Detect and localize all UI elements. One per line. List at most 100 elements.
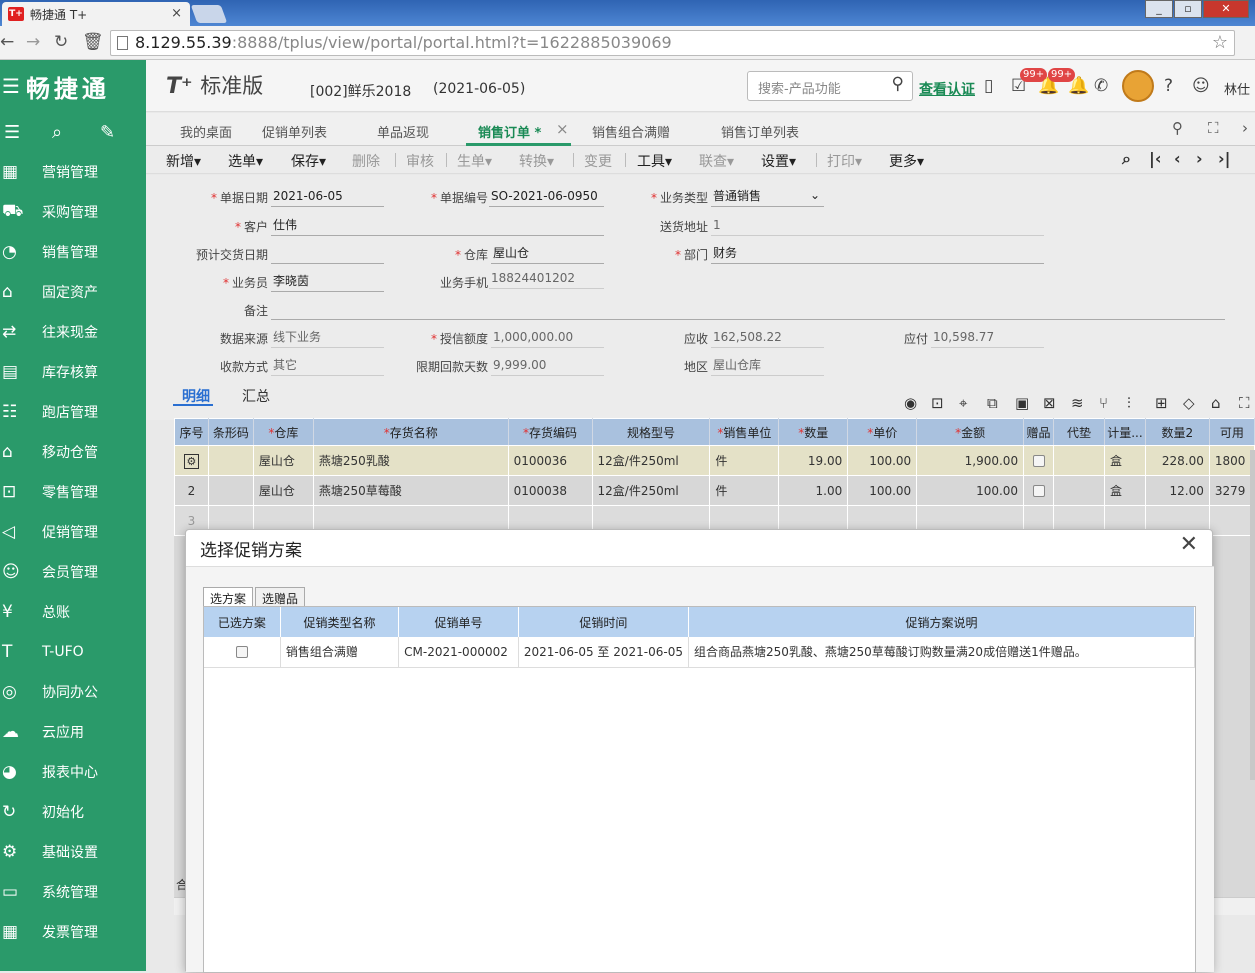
- phone-icon[interactable]: ✆: [1094, 76, 1108, 96]
- audit-button[interactable]: 审核: [406, 151, 434, 171]
- fullscreen-icon[interactable]: ⛶: [1208, 119, 1219, 137]
- auth-link[interactable]: 查看认证: [919, 79, 975, 99]
- tab-next-icon[interactable]: ›: [1242, 119, 1248, 137]
- cell-code[interactable]: 0100036: [507, 445, 593, 476]
- cell-advance[interactable]: [1053, 475, 1105, 506]
- salesman-field[interactable]: 李晓茵: [271, 272, 384, 292]
- sidebar-item[interactable]: ⌂ 固定资产: [0, 272, 146, 312]
- phone-field[interactable]: 18824401202: [489, 269, 604, 289]
- new-tab-button[interactable]: [190, 5, 228, 23]
- cell-measure[interactable]: 盒: [1103, 475, 1146, 506]
- find-icon[interactable]: ⌕: [1122, 149, 1131, 169]
- tab-close-icon[interactable]: ×: [556, 120, 569, 138]
- sidebar-item[interactable]: ◕ 报表中心: [0, 752, 146, 792]
- tab-summary[interactable]: 汇总: [242, 386, 270, 406]
- cell-qty2[interactable]: 228.00: [1144, 445, 1210, 476]
- chart-icon[interactable]: ⫶: [1127, 394, 1131, 412]
- home-icon[interactable]: ⌂: [1211, 394, 1221, 412]
- tab-select-plan[interactable]: 选方案: [203, 587, 254, 607]
- forward-icon[interactable]: →: [26, 32, 40, 52]
- sidebar-item[interactable]: ⊡ 零售管理: [0, 472, 146, 512]
- tab-desktop[interactable]: 我的桌面: [180, 122, 232, 141]
- table-row[interactable]: 2 屋山仓 燕塘250草莓酸 0100038 12盒/件250ml 件 1.00…: [174, 475, 1255, 506]
- search-doc-icon[interactable]: ⌕: [50, 122, 98, 143]
- monkey-avatar-icon[interactable]: [1122, 70, 1154, 102]
- cell-spec[interactable]: 12盒/件250ml: [591, 475, 711, 506]
- cell-unit[interactable]: 件: [709, 475, 780, 506]
- tab-combo-gift[interactable]: 销售组合满赠: [592, 122, 670, 141]
- warehouse-field[interactable]: 屋山仓: [491, 244, 604, 264]
- cell-barcode[interactable]: [207, 475, 254, 506]
- tools-button[interactable]: 工具▾: [637, 151, 672, 171]
- sidebar-item[interactable]: ☷ 跑店管理: [0, 392, 146, 432]
- collect-field[interactable]: 其它: [271, 356, 384, 376]
- delete-button[interactable]: 删除: [352, 151, 380, 171]
- cell-warehouse[interactable]: 屋山仓: [252, 475, 314, 506]
- cell-measure[interactable]: 盒: [1103, 445, 1146, 476]
- gift-checkbox[interactable]: [1023, 475, 1055, 506]
- change-button[interactable]: 变更: [584, 151, 612, 171]
- account-name[interactable]: [002]鲜乐2018: [310, 81, 411, 101]
- doc-no-field[interactable]: SO-2021-06-0950: [489, 187, 604, 207]
- split-icon[interactable]: ⑂: [1099, 394, 1108, 412]
- expand-icon[interactable]: ⛶: [1239, 394, 1250, 412]
- row-settings-icon[interactable]: ⚙: [174, 445, 209, 476]
- sidebar-item[interactable]: ⇄ 往来现金: [0, 312, 146, 352]
- url-input[interactable]: 8.129.55.39:8888/tplus/view/portal/porta…: [110, 30, 1235, 56]
- bell-icon[interactable]: 🔔: [1068, 76, 1089, 96]
- cell-qty2[interactable]: 12.00: [1144, 475, 1210, 506]
- cell-name[interactable]: 燕塘250乳酸: [312, 445, 509, 476]
- sidebar-item[interactable]: ☺ 会员管理: [0, 552, 146, 592]
- gen-button[interactable]: 生单▾: [457, 151, 492, 171]
- sidebar-item[interactable]: ◔ 销售管理: [0, 232, 146, 272]
- sidebar-item[interactable]: ▤ 库存核算: [0, 352, 146, 392]
- sidebar-item[interactable]: ◎ 协同办公: [0, 672, 146, 712]
- table-row[interactable]: 销售组合满赠 CM-2021-000002 2021-06-05 至 2021-…: [204, 637, 1196, 668]
- bookmark-star-icon[interactable]: ☆: [1212, 31, 1228, 55]
- biz-type-select[interactable]: 普通销售 ⌄: [711, 187, 824, 207]
- cell-name[interactable]: 燕塘250草莓酸: [312, 475, 509, 506]
- window-close-icon[interactable]: ✕: [1203, 0, 1249, 18]
- tab-cashback[interactable]: 单品返现: [377, 122, 429, 141]
- sidebar-item[interactable]: ▭ 系统管理: [0, 872, 146, 912]
- cell-price[interactable]: 100.00: [847, 475, 918, 506]
- sidebar-item[interactable]: ↻ 初始化: [0, 792, 146, 832]
- minimize-icon[interactable]: _: [1145, 0, 1173, 18]
- location-icon[interactable]: ⌖: [959, 394, 967, 412]
- cell-amount[interactable]: 1,900.00: [916, 445, 1025, 476]
- last-record-icon[interactable]: ›|: [1218, 149, 1230, 168]
- user-name[interactable]: 林仕: [1224, 79, 1250, 98]
- help-icon[interactable]: ?: [1164, 76, 1173, 96]
- settings-button[interactable]: 设置▾: [761, 151, 796, 171]
- sidebar-item[interactable]: ⚙ 基础设置: [0, 832, 146, 872]
- delete-row-icon[interactable]: ⊠: [1043, 394, 1056, 412]
- tag-icon[interactable]: ◇: [1183, 394, 1195, 412]
- cell-barcode[interactable]: [207, 445, 254, 476]
- cell-warehouse[interactable]: 屋山仓: [252, 445, 314, 476]
- trash-icon[interactable]: 🗑: [82, 32, 104, 52]
- tab-detail[interactable]: 明细: [182, 386, 210, 406]
- credit-field[interactable]: 1,000,000.00: [491, 328, 604, 348]
- table-row[interactable]: ⚙ 屋山仓 燕塘250乳酸 0100036 12盒/件250ml 件 19.00…: [174, 445, 1255, 476]
- filter-icon[interactable]: ≋: [1071, 394, 1084, 412]
- convert-button[interactable]: 转换▾: [519, 151, 554, 171]
- next-record-icon[interactable]: ›: [1196, 149, 1203, 168]
- browser-tab[interactable]: T+ 畅捷通 T+ ×: [2, 2, 190, 26]
- copy-row-icon[interactable]: ⧉: [987, 394, 998, 412]
- search-icon[interactable]: ⚲: [892, 74, 904, 94]
- more-button[interactable]: 更多▾: [889, 151, 924, 171]
- customer-field[interactable]: 仕伟: [271, 216, 604, 236]
- reload-icon[interactable]: ↻: [54, 32, 68, 52]
- cell-qty[interactable]: 1.00: [778, 475, 849, 506]
- delivery-date-field[interactable]: [271, 244, 384, 264]
- edit-icon[interactable]: ✎: [98, 122, 146, 143]
- scan-icon[interactable]: ⊡: [931, 394, 944, 412]
- tab-select-gift[interactable]: 选赠品: [255, 587, 306, 607]
- new-button[interactable]: 新增▾: [166, 151, 201, 171]
- sidebar-item[interactable]: ⛟ 采购管理: [0, 192, 146, 232]
- select-button[interactable]: 选单▾: [228, 151, 263, 171]
- plan-checkbox[interactable]: [204, 637, 281, 668]
- doc-date-field[interactable]: 2021-06-05: [271, 187, 384, 207]
- cell-price[interactable]: 100.00: [847, 445, 918, 476]
- cell-advance[interactable]: [1053, 445, 1105, 476]
